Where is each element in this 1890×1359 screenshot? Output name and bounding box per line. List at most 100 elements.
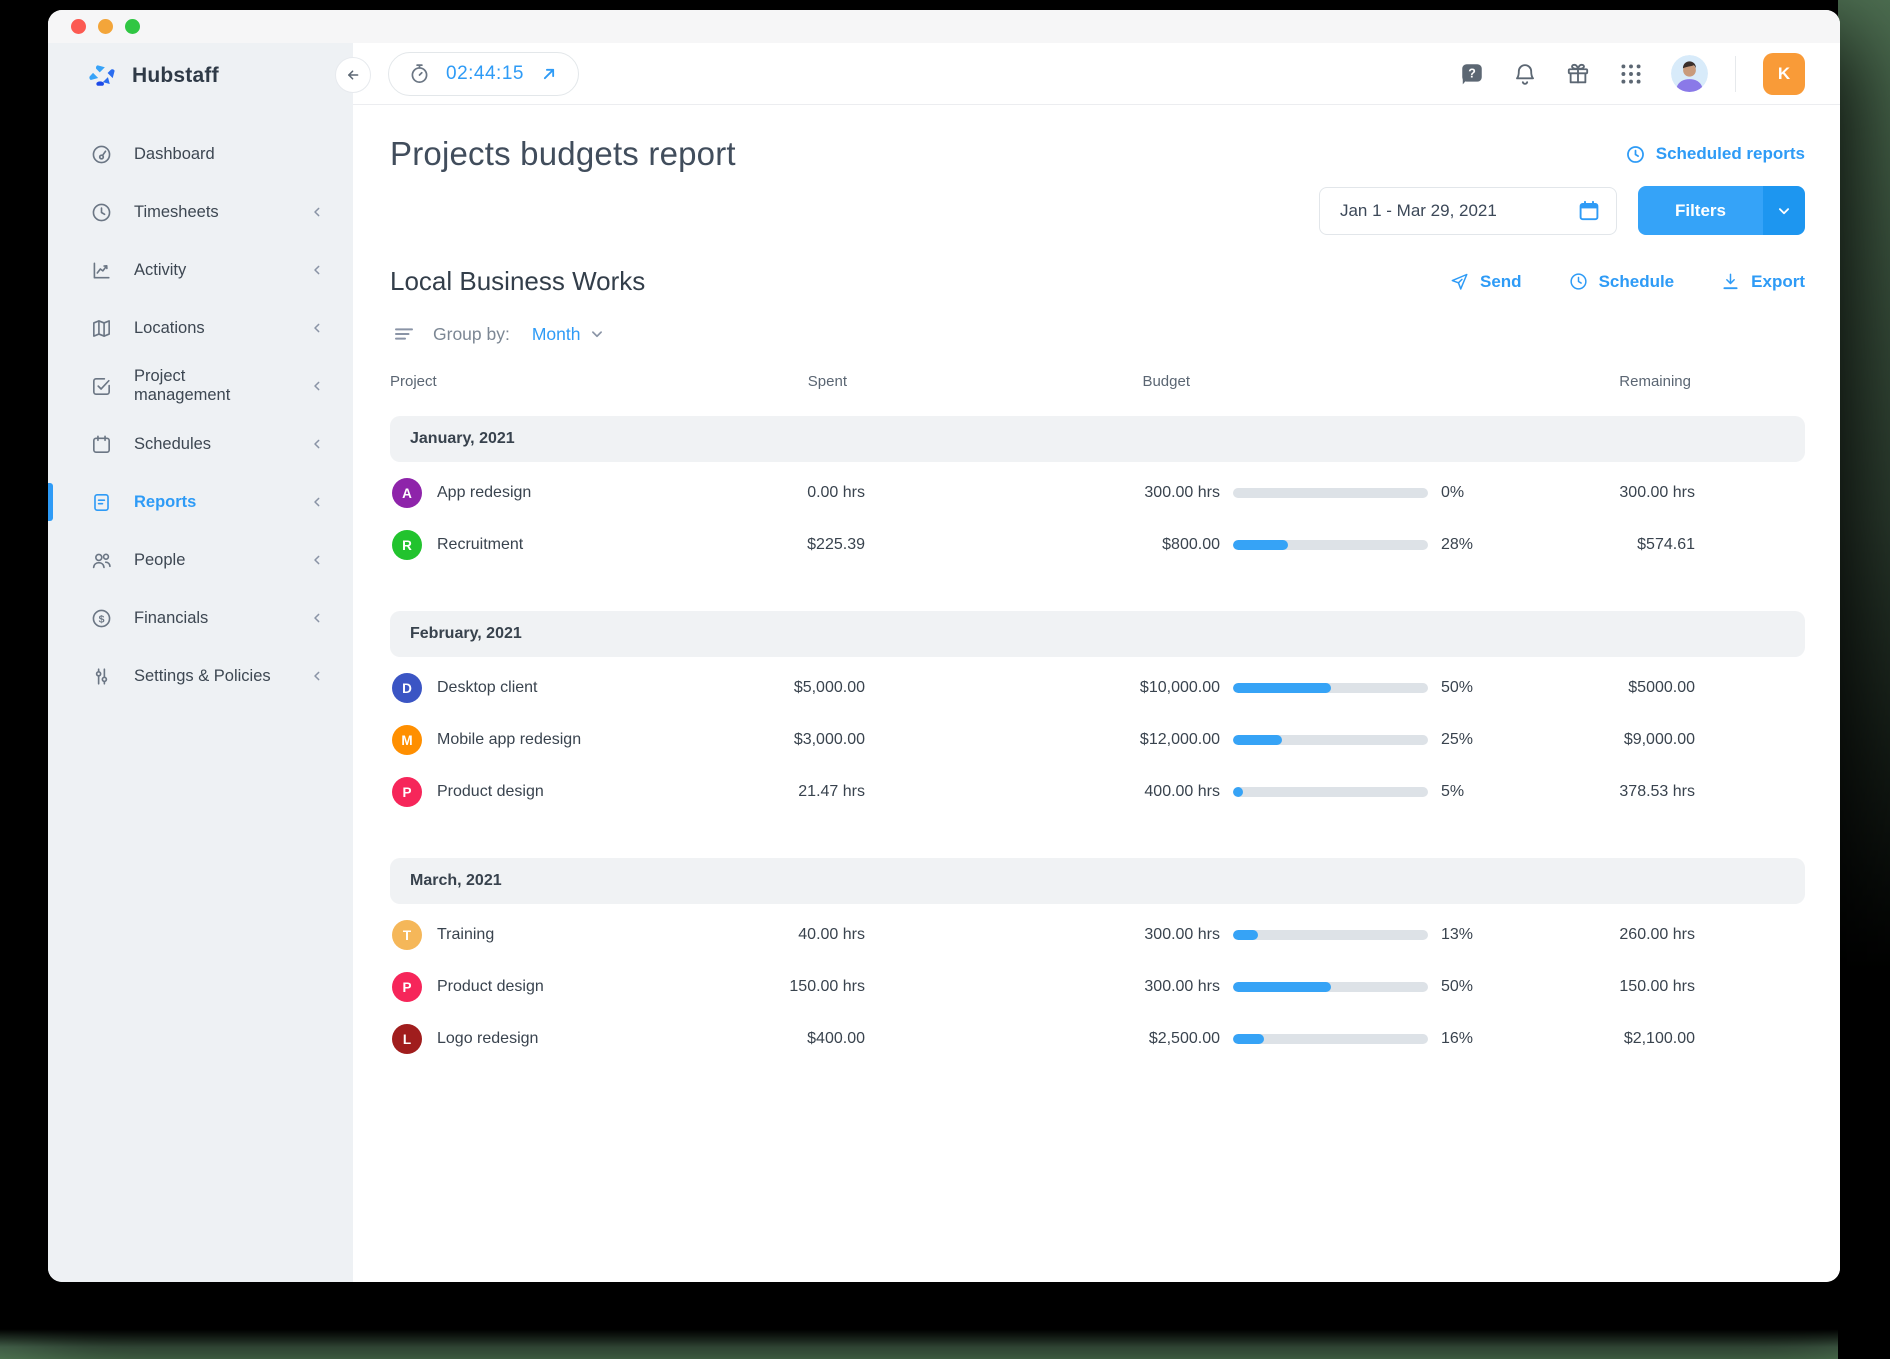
percent-used: 28% <box>1428 536 1500 554</box>
table-row: P Product design 150.00 hrs 300.00 hrs 5… <box>390 961 1805 1013</box>
sidebar-item-project-management[interactable]: Project management <box>48 357 353 415</box>
arrow-left-icon <box>343 65 363 85</box>
spent-value: $3,000.00 <box>700 731 865 749</box>
project-cell[interactable]: P Product design <box>390 777 700 807</box>
sidebar-item-dashboard[interactable]: Dashboard <box>48 125 353 183</box>
sidebar-item-locations[interactable]: Locations <box>48 299 353 357</box>
titlebar <box>48 10 1840 43</box>
chart-icon <box>90 259 113 282</box>
sidebar-item-reports[interactable]: Reports <box>48 473 353 531</box>
project-cell[interactable]: M Mobile app redesign <box>390 725 700 755</box>
check-square-icon <box>90 375 113 398</box>
project-cell[interactable]: T Training <box>390 920 700 950</box>
project-cell[interactable]: R Recruitment <box>390 530 700 560</box>
organization-badge[interactable]: K <box>1763 53 1805 95</box>
month-group: March, 2021 T Training 40.00 hrs 300.00 … <box>390 858 1805 1065</box>
sidebar-item-activity[interactable]: Activity <box>48 241 353 299</box>
group-by-label: Group by: <box>433 324 510 345</box>
page-title: Projects budgets report <box>390 135 736 173</box>
budget-progress-bar <box>1220 1034 1428 1044</box>
sidebar-item-people[interactable]: People <box>48 531 353 589</box>
chevron-left-icon <box>307 202 327 222</box>
budgets-table: Project Spent Budget Remaining January, … <box>390 373 1805 1065</box>
table-row: L Logo redesign $400.00 $2,500.00 16% $2… <box>390 1013 1805 1065</box>
sidebar-item-timesheets[interactable]: Timesheets <box>48 183 353 241</box>
brand: Hubstaff <box>48 43 353 109</box>
chevron-left-icon <box>307 492 327 512</box>
sidebar-item-label: Timesheets <box>134 203 219 222</box>
date-range-input[interactable]: Jan 1 - Mar 29, 2021 <box>1319 187 1617 235</box>
spent-value: 40.00 hrs <box>700 926 865 944</box>
budget-value: $800.00 <box>865 536 1220 554</box>
budget-value: $10,000.00 <box>865 679 1220 697</box>
zoom-window-button[interactable] <box>125 19 140 34</box>
project-name: Product design <box>437 783 544 801</box>
group-lines-icon[interactable] <box>392 322 416 346</box>
chevron-left-icon <box>307 550 327 570</box>
sidebar-item-settings-policies[interactable]: Settings & Policies <box>48 647 353 705</box>
chevron-left-icon <box>307 260 327 280</box>
spent-value: 150.00 hrs <box>700 978 865 996</box>
date-range-value: Jan 1 - Mar 29, 2021 <box>1340 201 1497 221</box>
sidebar-item-label: Project management <box>134 367 286 405</box>
close-window-button[interactable] <box>71 19 86 34</box>
month-group: January, 2021 A App redesign 0.00 hrs 30… <box>390 416 1805 571</box>
budget-progress-bar <box>1220 787 1428 797</box>
project-name: Mobile app redesign <box>437 731 581 749</box>
main-panel: 02:44:15 ? <box>353 43 1840 1282</box>
app-window: Hubstaff Dashboard Timesheets Activity L… <box>48 10 1840 1282</box>
project-cell[interactable]: P Product design <box>390 972 700 1002</box>
project-avatar: D <box>392 673 422 703</box>
svg-text:?: ? <box>1468 66 1476 80</box>
gift-icon[interactable] <box>1565 61 1591 87</box>
project-name: Training <box>437 926 494 944</box>
filters-button[interactable]: Filters <box>1638 186 1805 235</box>
project-name: Logo redesign <box>437 1030 538 1048</box>
notifications-bell-icon[interactable] <box>1512 61 1538 87</box>
budget-value: 300.00 hrs <box>865 484 1220 502</box>
remaining-value: $2,100.00 <box>1500 1030 1695 1048</box>
schedule-link[interactable]: Schedule <box>1568 271 1675 292</box>
people-icon <box>90 549 113 572</box>
sidebar-nav: Dashboard Timesheets Activity Locations … <box>48 125 353 705</box>
collapse-sidebar-button[interactable] <box>335 57 371 93</box>
project-avatar: L <box>392 1024 422 1054</box>
remaining-value: $9,000.00 <box>1500 731 1695 749</box>
percent-used: 13% <box>1428 926 1500 944</box>
table-row: M Mobile app redesign $3,000.00 $12,000.… <box>390 714 1805 766</box>
budget-value: $2,500.00 <box>865 1030 1220 1048</box>
chevron-left-icon <box>307 608 327 628</box>
project-cell[interactable]: D Desktop client <box>390 673 700 703</box>
group-by-dropdown[interactable]: Month <box>532 324 606 345</box>
sidebar-item-label: Settings & Policies <box>134 667 271 686</box>
report-title: Local Business Works <box>390 266 645 297</box>
percent-used: 50% <box>1428 978 1500 996</box>
filters-button-label[interactable]: Filters <box>1638 186 1763 235</box>
table-row: P Product design 21.47 hrs 400.00 hrs 5%… <box>390 766 1805 818</box>
help-icon[interactable]: ? <box>1459 61 1485 87</box>
topbar-divider <box>1735 56 1736 92</box>
minimize-window-button[interactable] <box>98 19 113 34</box>
filters-dropdown-button[interactable] <box>1763 186 1805 235</box>
header-spent: Spent <box>700 373 865 390</box>
scheduled-reports-link[interactable]: Scheduled reports <box>1625 144 1805 165</box>
apps-grid-icon[interactable] <box>1618 61 1644 87</box>
sidebar-item-label: Reports <box>134 493 196 512</box>
timer-widget[interactable]: 02:44:15 <box>388 52 579 96</box>
project-cell[interactable]: A App redesign <box>390 478 700 508</box>
note-icon <box>90 491 113 514</box>
budget-value: 400.00 hrs <box>865 783 1220 801</box>
send-link[interactable]: Send <box>1449 271 1522 292</box>
sidebar-item-schedules[interactable]: Schedules <box>48 415 353 473</box>
sidebar-item-financials[interactable]: $ Financials <box>48 589 353 647</box>
spent-value: 21.47 hrs <box>700 783 865 801</box>
export-link[interactable]: Export <box>1720 271 1805 292</box>
table-row: T Training 40.00 hrs 300.00 hrs 13% 260.… <box>390 909 1805 961</box>
user-avatar[interactable] <box>1671 55 1708 92</box>
project-cell[interactable]: L Logo redesign <box>390 1024 700 1054</box>
timer-value: 02:44:15 <box>446 63 524 85</box>
arrow-up-right-icon[interactable] <box>539 64 559 84</box>
percent-used: 5% <box>1428 783 1500 801</box>
table-row: R Recruitment $225.39 $800.00 28% $574.6… <box>390 519 1805 571</box>
chevron-left-icon <box>307 376 327 396</box>
